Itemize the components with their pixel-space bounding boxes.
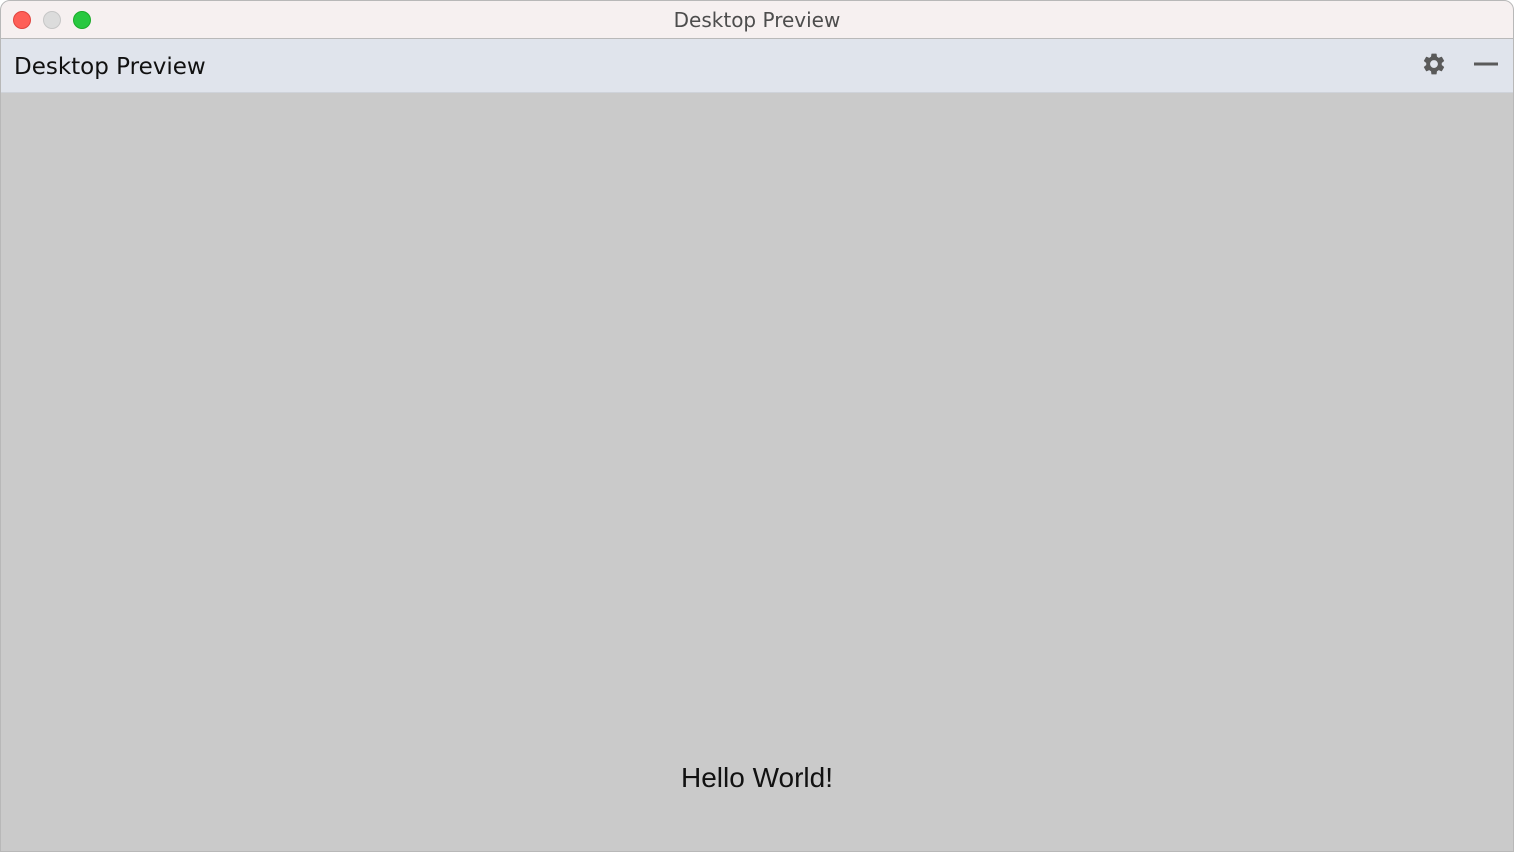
gear-icon [1421,51,1447,82]
toolbar-title: Desktop Preview [14,54,206,80]
window-titlebar[interactable]: Desktop Preview [1,1,1513,39]
minus-icon [1473,51,1499,82]
app-window: Desktop Preview Desktop Preview Hello Wo… [0,0,1514,852]
minimize-panel-button[interactable] [1471,51,1501,81]
app-toolbar: Desktop Preview [1,39,1513,93]
window-title: Desktop Preview [673,8,841,32]
settings-button[interactable] [1419,51,1449,81]
hello-message: Hello World! [681,762,833,793]
preview-canvas: Hello World! [1,93,1513,851]
